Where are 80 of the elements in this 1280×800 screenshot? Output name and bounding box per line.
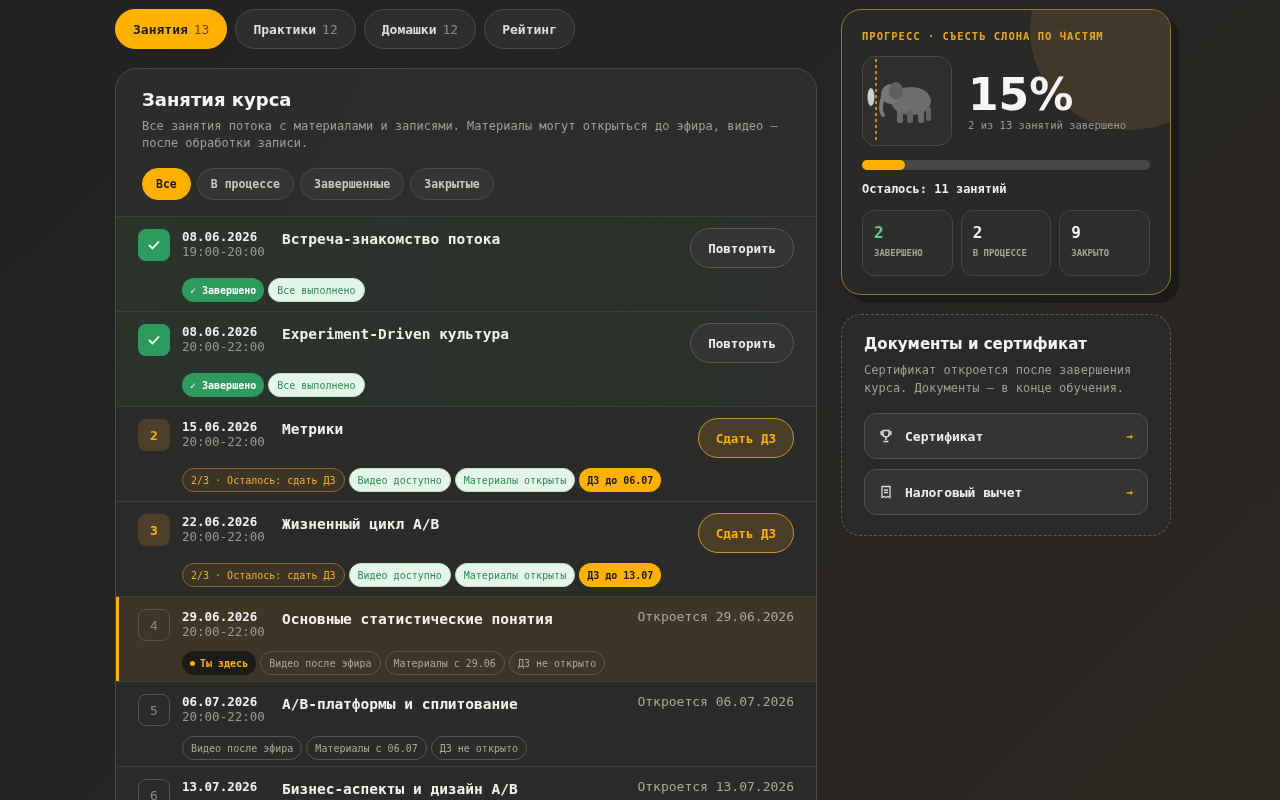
lesson-number: 3 xyxy=(138,514,170,546)
trophy-icon xyxy=(879,429,893,443)
section-title: Занятия курса xyxy=(142,89,293,110)
status-tag: ДЗ до 13.07 xyxy=(579,563,662,587)
lesson-time: 19:00-20:00 xyxy=(182,244,266,259)
lesson-row[interactable]: 08.06.2026 19:00-20:00 Встреча-знакомство потока Повторить ✓ Завершено Все выполнено xyxy=(116,216,816,311)
document-link[interactable]: Налоговый вычет → xyxy=(864,469,1148,515)
status-tag: Ты здесь xyxy=(182,651,257,675)
opening-date: Откроется 06.07.2026 xyxy=(637,694,794,709)
stat-value: 2 xyxy=(874,223,885,242)
status-tag: Все выполнено xyxy=(268,278,365,302)
action-button[interactable]: Повторить xyxy=(690,323,794,363)
lesson-title: Основные статистические понятия xyxy=(282,610,554,627)
status-tag: Материалы открыты xyxy=(454,563,576,587)
lesson-date: 08.06.2026 xyxy=(182,324,259,339)
filter-chip[interactable]: Завершенные xyxy=(300,168,405,200)
receipt-icon xyxy=(879,485,893,499)
document-link[interactable]: Сертификат → xyxy=(864,413,1148,459)
action-button[interactable]: Сдать ДЗ xyxy=(697,513,794,553)
action-button[interactable]: Повторить xyxy=(690,228,794,268)
tab[interactable]: Занятия 13 xyxy=(115,9,228,49)
status-tag: ✓ Завершено xyxy=(182,278,265,302)
status-tag: ДЗ до 06.07 xyxy=(579,468,662,492)
status-tag: ✓ Завершено xyxy=(182,373,265,397)
lesson-number: 5 xyxy=(138,694,170,726)
status-tag: 2/3 · Осталось: сдать ДЗ xyxy=(182,468,345,492)
filter-chip[interactable]: В процессе xyxy=(196,168,295,200)
filter-chip[interactable]: Все xyxy=(142,168,191,200)
lesson-date: 13.07.2026 xyxy=(182,779,259,794)
tab[interactable]: Рейтинг xyxy=(484,9,575,49)
lesson-date: 22.06.2026 xyxy=(182,514,259,529)
progress-heading: ПРОГРЕСС · СЪЕСТЬ СЛОНА ПО ЧАСТЯМ xyxy=(862,30,1105,42)
remaining-text: Осталось: 11 занятий xyxy=(862,182,1008,196)
opening-date: Откроется 13.07.2026 xyxy=(637,779,794,794)
lesson-date: 15.06.2026 xyxy=(182,419,259,434)
lesson-time: 20:00-22:00 xyxy=(182,709,266,724)
lesson-title: Метрики xyxy=(282,420,345,437)
documents-description: Сертификат откроется после завершения курса. Документы — в конце обучения. xyxy=(864,362,1133,397)
lesson-number: 4 xyxy=(138,609,170,641)
check-icon xyxy=(138,229,170,261)
lesson-title: Встреча-знакомство потока xyxy=(282,230,502,247)
stat-value: 2 xyxy=(972,223,984,242)
lesson-time: 20:00-22:00 xyxy=(182,434,266,449)
lesson-number: 6 xyxy=(138,779,170,800)
section-description: Все занятия потока с материалами и записями. Материалы могут открыться до эфира, видео — после обработки записи. xyxy=(142,118,779,152)
lesson-number: 2 xyxy=(138,419,170,451)
lesson-row[interactable]: 5 06.07.2026 20:00-22:00 A/B-платформы и сплитование Откроется 06.07.2026 Видео после эфира Материалы с 06.07 ДЗ не открыто xyxy=(116,681,816,766)
check-icon xyxy=(138,324,170,356)
tab[interactable]: Домашки 12 xyxy=(363,9,477,49)
stat-value: 9 xyxy=(1071,223,1082,242)
stat-label: ЗАКРЫТО xyxy=(1071,248,1111,258)
lesson-row[interactable]: 08.06.2026 20:00-22:00 Experiment-Driven культура Повторить ✓ Завершено Все выполнено xyxy=(116,311,816,406)
lesson-row[interactable]: 4 29.06.2026 20:00-22:00 Основные статистические понятия Откроется 29.06.2026 Ты здесь Видео после эфира Материалы с 29.06 ДЗ не открыто xyxy=(116,596,816,681)
lesson-title: A/B-платформы и сплитование xyxy=(282,695,519,712)
action-button[interactable]: Сдать ДЗ xyxy=(697,418,794,458)
stat-label: ЗАВЕРШЕНО xyxy=(874,248,924,258)
lesson-date: 08.06.2026 xyxy=(182,229,259,244)
stat-label: В ПРОЦЕССЕ xyxy=(972,248,1028,258)
filter-chip[interactable]: Закрытые xyxy=(410,168,494,200)
progress-percent: 15% xyxy=(968,71,1075,119)
documents-title: Документы и сертификат xyxy=(864,335,1089,353)
lesson-row[interactable]: 3 22.06.2026 20:00-22:00 Жизненный цикл A/B Сдать ДЗ 2/3 · Осталось: сдать ДЗ Видео доступно Материалы открыты ДЗ до 13.07 xyxy=(116,501,816,596)
progress-caption: 2 из 13 занятий завершено xyxy=(968,119,1127,131)
lesson-row[interactable]: 6 13.07.2026 Бизнес-аспекты и дизайн A/B Откроется 13.07.2026 xyxy=(116,766,816,800)
status-tag: Материалы открыты xyxy=(454,468,576,492)
status-tag: Все выполнено xyxy=(268,373,365,397)
lesson-time: 20:00-22:00 xyxy=(182,624,266,639)
lesson-time: 20:00-22:00 xyxy=(182,339,266,354)
lesson-title: Experiment-Driven культура xyxy=(282,325,510,342)
lesson-title: Жизненный цикл A/B xyxy=(282,515,441,532)
tab[interactable]: Практики 12 xyxy=(235,9,356,49)
lesson-row[interactable]: 2 15.06.2026 20:00-22:00 Метрики Сдать ДЗ 2/3 · Осталось: сдать ДЗ Видео доступно Материалы открыты ДЗ до 06.07 xyxy=(116,406,816,501)
lesson-date: 29.06.2026 xyxy=(182,609,259,624)
status-tag: Видео доступно xyxy=(348,563,451,587)
lesson-title: Бизнес-аспекты и дизайн A/B xyxy=(282,780,519,797)
status-tag: Видео доступно xyxy=(348,468,451,492)
status-tag: 2/3 · Осталось: сдать ДЗ xyxy=(182,563,345,587)
opening-date: Откроется 29.06.2026 xyxy=(637,609,794,624)
lesson-time: 20:00-22:00 xyxy=(182,529,266,544)
lesson-date: 06.07.2026 xyxy=(182,694,259,709)
